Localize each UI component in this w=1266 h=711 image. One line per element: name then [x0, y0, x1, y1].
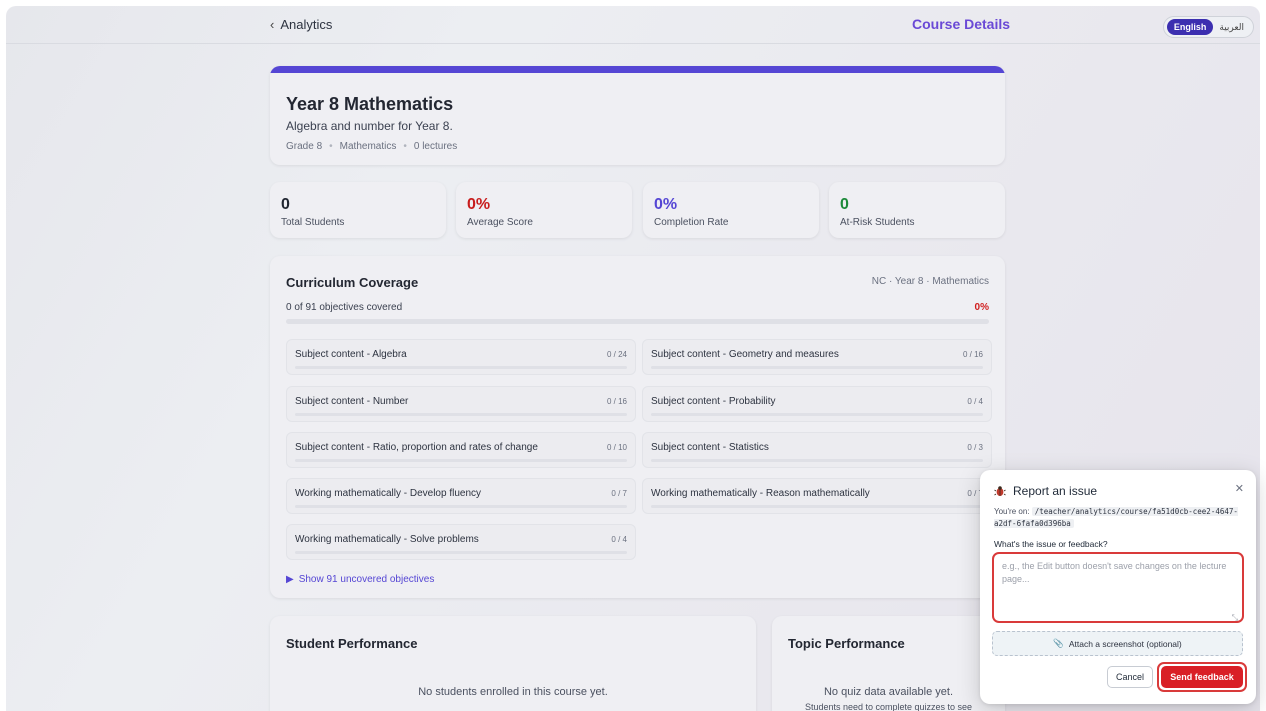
- objective-group: Subject content - Ratio, proportion and …: [286, 432, 636, 468]
- course-meta: Grade 8 • Mathematics • 0 lectures: [286, 141, 457, 152]
- objective-count: 0 / 4: [967, 397, 983, 406]
- objective-progress-bar: [651, 413, 983, 416]
- objective-count: 0 / 4: [611, 535, 627, 544]
- send-feedback-button[interactable]: Send feedback: [1157, 662, 1247, 692]
- stat-label: Completion Rate: [654, 217, 729, 228]
- objective-progress-bar: [295, 551, 627, 554]
- course-accent-bar: [270, 66, 1005, 73]
- student-performance-card: Student Performance No students enrolled…: [270, 616, 756, 711]
- send-feedback-label: Send feedback: [1161, 666, 1243, 688]
- curriculum-coverage-card: Curriculum Coverage NC · Year 8 · Mathem…: [270, 256, 1005, 598]
- objective-group: Subject content - Probability 0 / 4: [642, 386, 992, 422]
- objective-count: 0 / 16: [606, 397, 627, 406]
- course-lectures: 0 lectures: [413, 141, 458, 152]
- topic-performance-empty: No quiz data available yet.: [823, 686, 954, 698]
- triangle-right-icon: ▶: [286, 574, 294, 585]
- coverage-progress-bar: [286, 319, 989, 324]
- report-issue-panel: Report an issue ✕ You're on: /teacher/an…: [980, 470, 1256, 704]
- objective-group: Subject content - Statistics 0 / 3: [642, 432, 992, 468]
- objective-group: Subject content - Number 0 / 16: [286, 386, 636, 422]
- stat-at-risk-students: 0 At-Risk Students: [829, 182, 1005, 238]
- objective-name: Working mathematically - Solve problems: [295, 534, 479, 545]
- cancel-button[interactable]: Cancel: [1107, 666, 1153, 688]
- objective-name: Working mathematically - Develop fluency: [295, 488, 482, 499]
- coverage-summary: 0 of 91 objectives covered: [286, 302, 403, 313]
- coverage-title: Curriculum Coverage: [286, 275, 419, 290]
- panel-title: Report an issue: [994, 484, 1097, 498]
- course-description: Algebra and number for Year 8.: [286, 119, 453, 133]
- language-toggle: English العربية: [1162, 16, 1254, 38]
- course-summary-card: Year 8 Mathematics Algebra and number fo…: [270, 66, 1005, 165]
- path-value: /teacher/analytics/course/fa51d0cb-cee2-…: [994, 507, 1238, 528]
- stat-value: 0: [281, 196, 290, 213]
- language-option-arabic[interactable]: العربية: [1219, 22, 1250, 33]
- objective-count: 0 / 24: [606, 350, 627, 359]
- objective-progress-bar: [651, 459, 983, 462]
- objective-name: Subject content - Algebra: [295, 349, 407, 360]
- objective-name: Working mathematically - Reason mathemat…: [651, 488, 870, 499]
- show-uncovered-toggle[interactable]: ▶ Show 91 uncovered objectives: [286, 574, 434, 585]
- objective-group: Working mathematically - Develop fluency…: [286, 478, 636, 514]
- current-path: You're on: /teacher/analytics/course/fa5…: [994, 506, 1242, 530]
- objective-name: Subject content - Geometry and measures: [651, 349, 839, 360]
- student-performance-empty: No students enrolled in this course yet.: [418, 686, 608, 698]
- objective-count: 0 / 7: [611, 489, 627, 498]
- page-title: Course Details: [912, 16, 1011, 32]
- objective-progress-bar: [295, 459, 627, 462]
- stat-label: At-Risk Students: [840, 217, 915, 228]
- objective-progress-bar: [295, 366, 627, 369]
- top-bar: ‹ Analytics Course Details English العرب…: [6, 6, 1260, 44]
- stat-value: 0%: [654, 196, 678, 213]
- course-title: Year 8 Mathematics: [286, 94, 454, 114]
- objective-group: Subject content - Geometry and measures …: [642, 339, 992, 375]
- objective-count: 0 / 3: [967, 443, 983, 452]
- language-option-english[interactable]: English: [1166, 19, 1214, 35]
- chevron-left-icon: ‹: [270, 17, 275, 32]
- attach-screenshot-button[interactable]: 📎 Attach a screenshot (optional): [992, 631, 1243, 656]
- objective-count: 0 / 16: [962, 350, 983, 359]
- objective-progress-bar: [651, 366, 983, 369]
- panel-title-text: Report an issue: [1013, 484, 1098, 498]
- objective-name: Subject content - Statistics: [651, 442, 769, 453]
- objective-name: Subject content - Probability: [651, 396, 776, 407]
- feedback-question-label: What's the issue or feedback?: [994, 539, 1108, 549]
- topic-performance-hint: Students need to complete quizzes to see: [804, 702, 973, 711]
- paperclip-icon: 📎: [1053, 638, 1064, 648]
- coverage-percent: 0%: [974, 302, 989, 313]
- feedback-textarea[interactable]: [992, 552, 1244, 623]
- objective-group: Working mathematically - Solve problems …: [286, 524, 636, 560]
- course-subject: Mathematics: [339, 141, 397, 152]
- meta-separator: •: [403, 141, 407, 152]
- attach-screenshot-label: Attach a screenshot (optional): [1068, 638, 1182, 649]
- objective-progress-bar: [295, 505, 627, 508]
- objective-group: Subject content - Algebra 0 / 24: [286, 339, 636, 375]
- back-link-label: Analytics: [280, 17, 333, 32]
- objective-name: Subject content - Number: [295, 396, 409, 407]
- topic-performance-card: Topic Performance No quiz data available…: [772, 616, 1005, 711]
- stat-value: 0: [840, 196, 849, 213]
- topic-performance-title: Topic Performance: [788, 636, 905, 651]
- stat-value: 0%: [467, 196, 491, 213]
- student-performance-title: Student Performance: [286, 636, 418, 651]
- stat-label: Total Students: [281, 217, 345, 228]
- close-icon[interactable]: ✕: [1235, 482, 1244, 495]
- stat-label: Average Score: [467, 217, 533, 228]
- stat-total-students: 0 Total Students: [270, 182, 446, 238]
- path-prefix: You're on:: [994, 507, 1030, 516]
- objective-progress-bar: [295, 413, 627, 416]
- meta-separator: •: [329, 141, 333, 152]
- objective-progress-bar: [651, 505, 983, 508]
- stat-average-score: 0% Average Score: [456, 182, 632, 238]
- objective-group: Working mathematically - Reason mathemat…: [642, 478, 992, 514]
- bug-icon: [994, 486, 1006, 496]
- course-grade: Grade 8: [286, 141, 323, 152]
- objective-name: Subject content - Ratio, proportion and …: [295, 442, 538, 453]
- objective-count: 0 / 10: [606, 443, 627, 452]
- coverage-reference: NC · Year 8 · Mathematics: [871, 276, 989, 287]
- show-uncovered-label: Show 91 uncovered objectives: [298, 574, 435, 585]
- resize-handle-icon[interactable]: ⤡: [1232, 613, 1238, 623]
- back-link[interactable]: ‹ Analytics: [270, 17, 332, 32]
- stat-completion-rate: 0% Completion Rate: [643, 182, 819, 238]
